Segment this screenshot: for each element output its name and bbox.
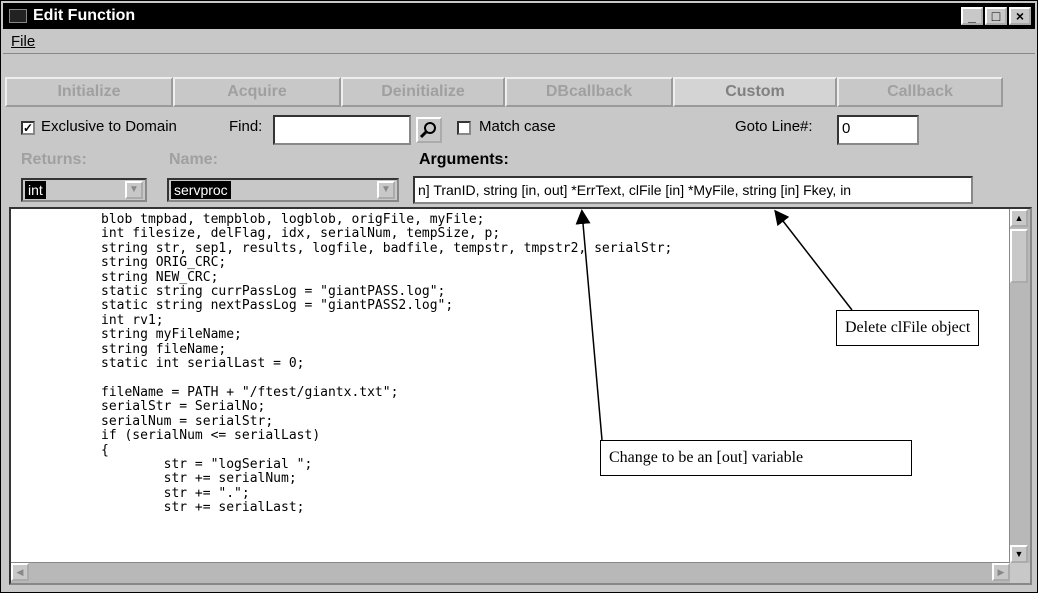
vertical-scrollbar[interactable]: ▲ ▼: [1009, 209, 1030, 563]
arguments-input[interactable]: n] TranID, string [in, out] *ErrText, cl…: [413, 176, 973, 204]
menu-bar: File: [3, 31, 1035, 54]
name-label: Name:: [169, 151, 218, 168]
name-select[interactable]: servproc ▼: [167, 178, 399, 202]
scroll-left-icon[interactable]: ◀: [11, 563, 29, 581]
title-bar[interactable]: Edit Function _ □ ×: [3, 3, 1035, 29]
arguments-label: Arguments:: [419, 151, 509, 168]
close-button[interactable]: ×: [1009, 7, 1031, 25]
returns-label: Returns:: [21, 151, 87, 168]
tab-acquire[interactable]: Acquire: [173, 77, 341, 107]
name-value: servproc: [171, 181, 231, 199]
resize-grip[interactable]: [1010, 563, 1030, 583]
change-callout: Change to be an [out] variable: [600, 440, 912, 476]
window-title: Edit Function: [33, 7, 136, 24]
goto-line-input[interactable]: 0: [837, 115, 919, 145]
minimize-button[interactable]: _: [961, 7, 983, 25]
exclusive-label: Exclusive to Domain: [41, 118, 177, 135]
tab-deinitialize[interactable]: Deinitialize: [341, 77, 505, 107]
tab-initialize[interactable]: Initialize: [5, 77, 173, 107]
goto-line-label: Goto Line#:: [735, 118, 813, 135]
edit-function-window: Edit Function _ □ × File Initialize Acqu…: [0, 0, 1038, 593]
find-label: Find:: [229, 118, 263, 135]
returns-select[interactable]: int ▼: [21, 178, 147, 202]
chevron-down-icon[interactable]: ▼: [125, 181, 143, 199]
maximize-button[interactable]: □: [985, 7, 1007, 25]
app-icon[interactable]: [9, 9, 27, 23]
returns-value: int: [25, 181, 46, 199]
code-text[interactable]: blob tmpbad, tempblob, logblob, origFile…: [101, 212, 672, 516]
code-editor[interactable]: blob tmpbad, tempblob, logblob, origFile…: [9, 207, 1032, 585]
match-case-label: Match case: [479, 118, 556, 135]
tab-custom[interactable]: Custom: [673, 77, 837, 107]
find-input[interactable]: [273, 115, 411, 145]
scroll-right-icon[interactable]: ▶: [992, 563, 1010, 581]
menu-file[interactable]: File: [11, 33, 35, 50]
magnifier-icon: [419, 122, 436, 139]
match-case-checkbox[interactable]: [457, 121, 471, 135]
tab-dbcallback[interactable]: DBcallback: [505, 77, 673, 107]
scroll-thumb[interactable]: [1010, 229, 1028, 283]
find-button[interactable]: [416, 117, 442, 143]
function-tabs: Initialize Acquire Deinitialize DBcallba…: [5, 77, 1033, 107]
tab-callback[interactable]: Callback: [837, 77, 1003, 107]
scroll-up-icon[interactable]: ▲: [1010, 209, 1028, 227]
horizontal-scrollbar[interactable]: ◀ ▶: [11, 562, 1010, 583]
scroll-down-icon[interactable]: ▼: [1010, 545, 1028, 563]
delete-callout: Delete clFile object: [836, 310, 980, 346]
exclusive-checkbox[interactable]: ✓: [21, 121, 35, 135]
chevron-down-icon[interactable]: ▼: [377, 181, 395, 199]
